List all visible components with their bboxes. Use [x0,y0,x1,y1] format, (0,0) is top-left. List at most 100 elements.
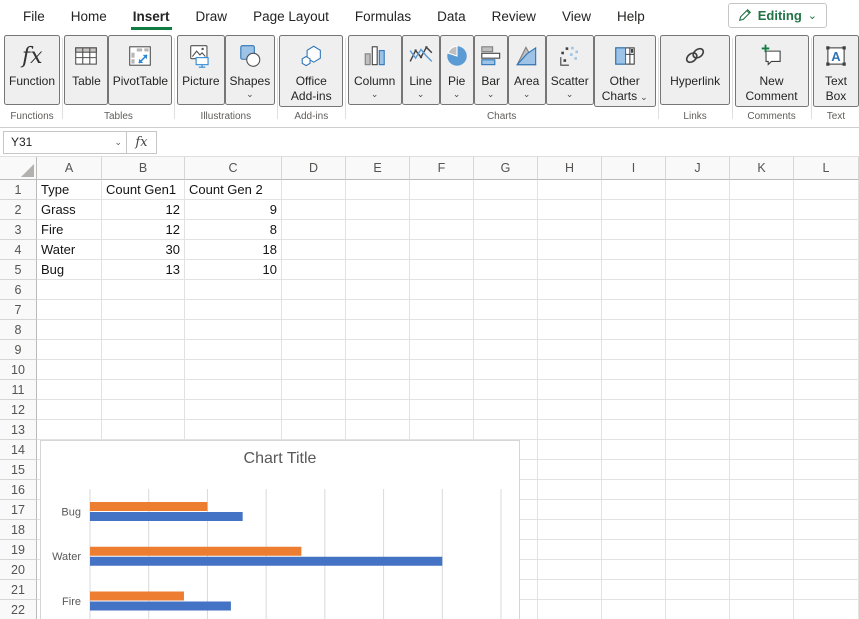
cell-J7[interactable] [666,300,730,320]
row-header-1[interactable]: 1 [0,180,37,200]
column-header-F[interactable]: F [410,157,474,180]
cell-J3[interactable] [666,220,730,240]
cell-E13[interactable] [346,420,410,440]
cell-E7[interactable] [346,300,410,320]
cell-D5[interactable] [282,260,346,280]
menu-tab-data[interactable]: Data [424,3,479,28]
cell-B2[interactable]: 12 [102,200,185,220]
cell-B7[interactable] [102,300,185,320]
cell-C5[interactable]: 10 [185,260,282,280]
cell-H8[interactable] [538,320,602,340]
cell-L6[interactable] [794,280,859,300]
row-header-11[interactable]: 11 [0,380,37,400]
cell-G2[interactable] [474,200,538,220]
area-chart-button[interactable]: Area ⌄ [508,35,546,105]
menu-tab-formulas[interactable]: Formulas [342,3,424,28]
cell-B5[interactable]: 13 [102,260,185,280]
cell-I7[interactable] [602,300,666,320]
cell-D6[interactable] [282,280,346,300]
cell-H19[interactable] [538,540,602,560]
cell-E3[interactable] [346,220,410,240]
cell-H22[interactable] [538,600,602,619]
cell-L21[interactable] [794,580,859,600]
cell-F2[interactable] [410,200,474,220]
row-header-5[interactable]: 5 [0,260,37,280]
column-chart-button[interactable]: Column ⌄ [348,35,402,105]
cell-K22[interactable] [730,600,794,619]
cell-F12[interactable] [410,400,474,420]
cell-K1[interactable] [730,180,794,200]
cell-F13[interactable] [410,420,474,440]
cell-K4[interactable] [730,240,794,260]
cell-G6[interactable] [474,280,538,300]
cell-I13[interactable] [602,420,666,440]
cell-A5[interactable]: Bug [37,260,102,280]
cell-I2[interactable] [602,200,666,220]
column-header-G[interactable]: G [474,157,538,180]
cell-I12[interactable] [602,400,666,420]
cell-K13[interactable] [730,420,794,440]
cell-D12[interactable] [282,400,346,420]
cell-J21[interactable] [666,580,730,600]
cell-J10[interactable] [666,360,730,380]
cell-A9[interactable] [37,340,102,360]
cell-D8[interactable] [282,320,346,340]
cell-K11[interactable] [730,380,794,400]
cell-B13[interactable] [102,420,185,440]
hyperlink-button[interactable]: Hyperlink [660,35,730,105]
bar-water-count-gen1[interactable] [90,557,442,566]
cell-L19[interactable] [794,540,859,560]
cell-H2[interactable] [538,200,602,220]
cell-D3[interactable] [282,220,346,240]
cell-K14[interactable] [730,440,794,460]
cell-C12[interactable] [185,400,282,420]
cell-F4[interactable] [410,240,474,260]
row-header-16[interactable]: 16 [0,480,37,500]
bar-water-count-gen-2[interactable] [90,547,301,556]
editing-mode-button[interactable]: Editing ⌄ [728,3,827,28]
row-header-7[interactable]: 7 [0,300,37,320]
cell-A7[interactable] [37,300,102,320]
bar-bug-count-gen1[interactable] [90,512,243,521]
cell-G10[interactable] [474,360,538,380]
cell-F7[interactable] [410,300,474,320]
cell-K3[interactable] [730,220,794,240]
cell-F8[interactable] [410,320,474,340]
row-header-13[interactable]: 13 [0,420,37,440]
cell-I11[interactable] [602,380,666,400]
cell-J4[interactable] [666,240,730,260]
cell-B9[interactable] [102,340,185,360]
column-header-I[interactable]: I [602,157,666,180]
cell-F11[interactable] [410,380,474,400]
cell-L11[interactable] [794,380,859,400]
cell-L7[interactable] [794,300,859,320]
menu-tab-page-layout[interactable]: Page Layout [240,3,342,28]
cell-L12[interactable] [794,400,859,420]
cell-G12[interactable] [474,400,538,420]
cell-D9[interactable] [282,340,346,360]
cell-A1[interactable]: Type [37,180,102,200]
cell-L8[interactable] [794,320,859,340]
cell-H12[interactable] [538,400,602,420]
cell-C8[interactable] [185,320,282,340]
new-comment-button[interactable]: New Comment [735,35,809,107]
cell-J20[interactable] [666,560,730,580]
cell-I15[interactable] [602,460,666,480]
column-header-J[interactable]: J [666,157,730,180]
row-header-15[interactable]: 15 [0,460,37,480]
cell-A3[interactable]: Fire [37,220,102,240]
cell-E8[interactable] [346,320,410,340]
cell-K16[interactable] [730,480,794,500]
cell-L5[interactable] [794,260,859,280]
cell-K21[interactable] [730,580,794,600]
cell-J17[interactable] [666,500,730,520]
text-box-button[interactable]: A Text Box [813,35,859,107]
cell-L22[interactable] [794,600,859,619]
cell-K19[interactable] [730,540,794,560]
cell-L10[interactable] [794,360,859,380]
menu-tab-view[interactable]: View [549,3,604,28]
menu-tab-help[interactable]: Help [604,3,658,28]
cell-C7[interactable] [185,300,282,320]
cell-E4[interactable] [346,240,410,260]
row-header-6[interactable]: 6 [0,280,37,300]
